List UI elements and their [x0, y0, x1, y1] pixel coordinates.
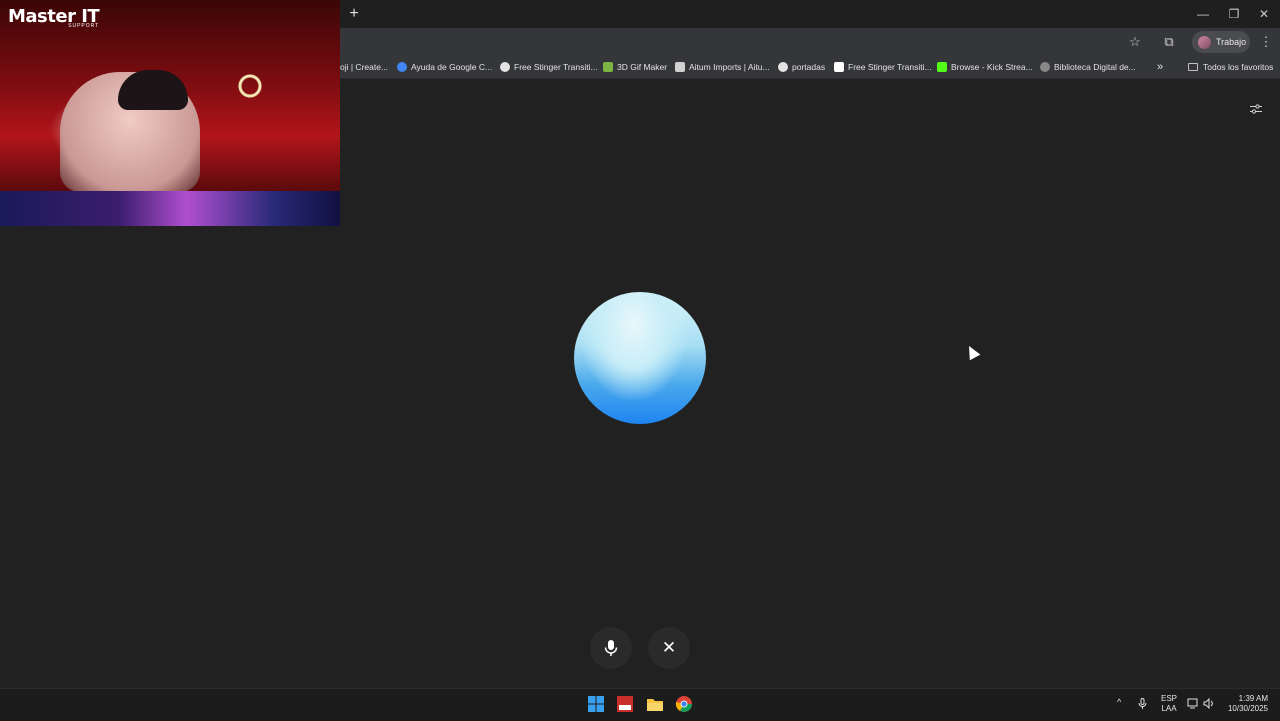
kick-icon — [937, 62, 947, 72]
profile-label: Trabajo — [1216, 37, 1247, 47]
minimize-button[interactable]: — — [1188, 4, 1218, 24]
stinger-icon — [500, 62, 510, 72]
show-hidden-icons-button[interactable]: ^ — [1117, 697, 1121, 707]
volume-icon[interactable] — [1203, 698, 1215, 709]
network-icon[interactable] — [1187, 698, 1199, 709]
tune-icon[interactable] — [1250, 103, 1262, 115]
biblioteca-icon — [1040, 62, 1050, 72]
bookmark-label: oji | Create... — [340, 62, 389, 72]
all-bookmarks-button[interactable]: Todos los favoritos — [1188, 60, 1273, 74]
folder-icon — [1188, 63, 1198, 71]
bookmark-item[interactable]: 3D Gif Maker — [603, 60, 667, 74]
bookmark-label: Ayuda de Google C... — [411, 62, 493, 72]
tray-microphone-icon[interactable] — [1138, 698, 1147, 710]
all-bookmarks-label: Todos los favoritos — [1203, 62, 1274, 72]
voice-orb — [574, 292, 706, 424]
windows-start-icon[interactable] — [587, 695, 605, 713]
extensions-icon[interactable]: ⧉ — [1160, 34, 1178, 50]
bookmark-label: Aitum Imports | Aitu... — [689, 62, 770, 72]
webcam-overlay: Master IT SUPPORT — [0, 0, 340, 226]
mouse-cursor — [963, 343, 981, 361]
clock-time: 1:39 AM — [1238, 694, 1268, 703]
video-writer-icon[interactable] — [616, 695, 634, 713]
lang-line-2: LAA — [1161, 704, 1177, 713]
microphone-button[interactable] — [590, 627, 632, 669]
bookmark-label: Browse - Kick Strea... — [951, 62, 1033, 72]
particle-banner — [0, 191, 340, 226]
bookmark-item[interactable]: Ayuda de Google C... — [397, 60, 492, 74]
bookmark-item[interactable]: Free Stinger Transiti... — [834, 60, 932, 74]
taskbar — [0, 688, 1280, 721]
clock-date: 10/30/2025 — [1227, 704, 1268, 713]
bookmark-label: Biblioteca Digital de... — [1054, 62, 1136, 72]
restore-button[interactable]: ❐ — [1219, 4, 1249, 24]
clock[interactable]: 1:39 AM 10/30/2025 — [1222, 694, 1268, 714]
bookmark-label: 3D Gif Maker — [617, 62, 668, 72]
stinger-icon — [834, 62, 844, 72]
close-window-button[interactable]: ✕ — [1249, 4, 1279, 24]
bookmark-item[interactable]: oji | Create... — [340, 60, 388, 74]
google-icon — [397, 62, 407, 72]
microphone-icon — [604, 640, 618, 656]
new-tab-button[interactable]: + — [346, 6, 362, 22]
gif-maker-icon — [603, 62, 613, 72]
lang-line-1: ESP — [1161, 694, 1178, 703]
bookmark-label: portadas — [792, 62, 826, 72]
bookmark-item[interactable]: Free Stinger Transiti... — [500, 60, 598, 74]
close-icon: ✕ — [661, 638, 677, 657]
bookmarks-overflow-button[interactable]: » — [1157, 60, 1163, 74]
master-it-logo: Master IT SUPPORT — [8, 6, 100, 29]
bookmark-star-icon[interactable]: ☆ — [1126, 34, 1144, 50]
bookmark-label: Free Stinger Transiti... — [848, 62, 932, 72]
streamer-hair — [118, 70, 188, 110]
chrome-icon[interactable] — [675, 695, 693, 713]
aitum-icon — [675, 62, 685, 72]
bookmark-item[interactable]: Biblioteca Digital de... — [1040, 60, 1136, 74]
end-session-button[interactable]: ✕ — [648, 627, 690, 669]
avatar — [1198, 35, 1211, 49]
profile-button[interactable]: Trabajo — [1192, 31, 1250, 53]
chrome-menu-icon[interactable]: ⋮ — [1257, 34, 1275, 50]
bookmark-item[interactable]: Browse - Kick Strea... — [937, 60, 1033, 74]
portadas-icon — [778, 62, 788, 72]
file-explorer-icon[interactable] — [646, 695, 664, 713]
bookmark-item[interactable]: Aitum Imports | Aitu... — [675, 60, 770, 74]
input-language[interactable]: ESP LAA — [1161, 694, 1177, 714]
bookmark-item[interactable]: portadas — [778, 60, 825, 74]
bookmark-label: Free Stinger Transiti... — [514, 62, 598, 72]
